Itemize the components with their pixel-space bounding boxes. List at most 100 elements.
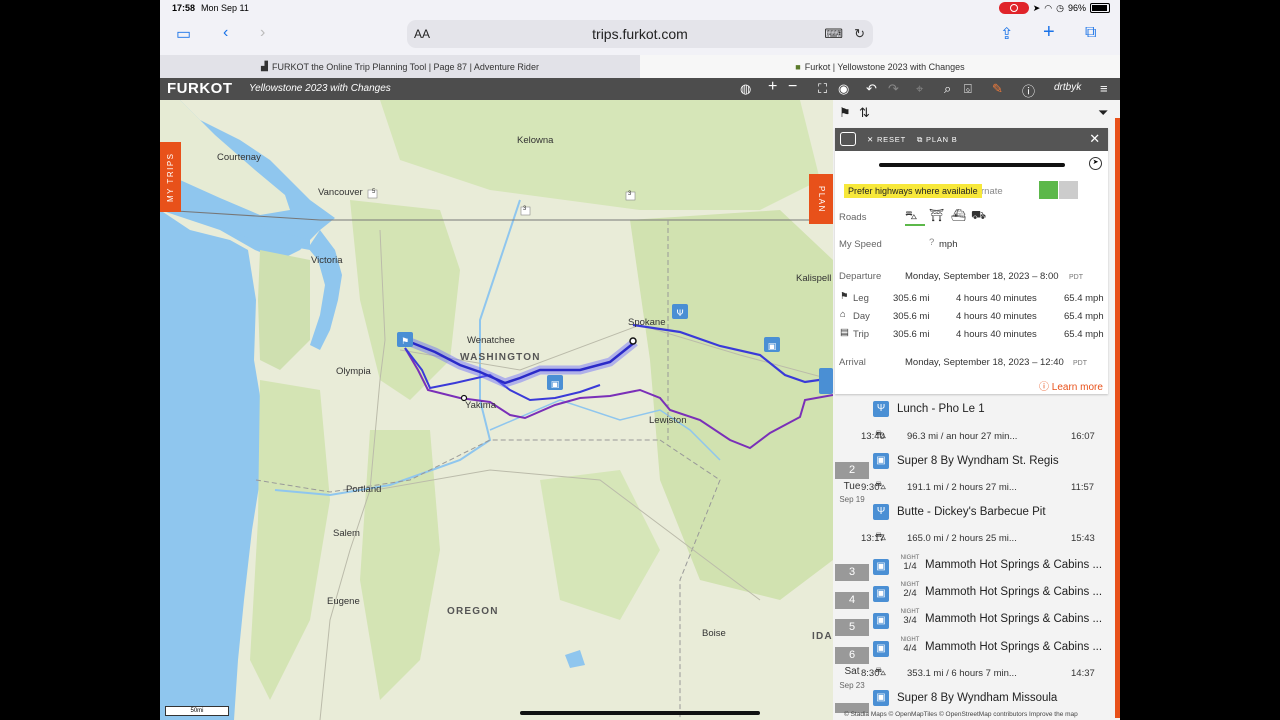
edit-icon[interactable]: ✎ xyxy=(992,81,1003,97)
reset-button[interactable]: ✕ RESET xyxy=(867,135,906,144)
itinerary-stop-hotel[interactable]: ▣ Super 8 By Wyndham Missoula xyxy=(835,687,1115,714)
map-view[interactable]: ⚑ Ψ ▣ ▣ 5 3 3 Courtenay Kelowna Vancouve… xyxy=(160,100,833,720)
fit-icon[interactable]: ⛶ xyxy=(818,81,827,97)
battery-percent: 96% xyxy=(1067,3,1086,13)
alternate-pref-icon[interactable] xyxy=(1059,181,1078,199)
forest-blue-mountains xyxy=(540,470,660,620)
map-label-spokane: Spokane xyxy=(628,317,666,328)
ferry-icon[interactable]: ⛴ xyxy=(951,208,966,222)
status-bar: 17:58 Mon Sep 11 ➤ ◠ ◷ 96% xyxy=(160,0,1120,18)
new-tab-icon[interactable]: + xyxy=(1043,21,1055,44)
translate-icon[interactable]: ⌨ xyxy=(824,26,843,42)
sort-icon[interactable]: ⇅ xyxy=(859,105,870,121)
map-label-lewiston: Lewiston xyxy=(649,415,687,426)
itinerary-stop-lunch[interactable]: Ψ Butte - Dickey's Barbecue Pit xyxy=(835,501,1115,528)
highway-label: 3 xyxy=(628,191,632,197)
close-icon[interactable]: ✕ xyxy=(1089,131,1101,147)
map-canvas[interactable]: ⚑ Ψ ▣ ▣ xyxy=(160,100,833,720)
pin-icon[interactable]: ⌖ xyxy=(916,81,923,97)
car-icon[interactable] xyxy=(840,132,856,146)
toll-road-icon[interactable]: ⛩ xyxy=(929,208,944,222)
sidebar-icon[interactable]: ▭ xyxy=(176,24,191,44)
spokane-marker xyxy=(629,337,637,345)
stop-name[interactable]: Super 8 By Wyndham St. Regis xyxy=(897,455,1059,467)
furkot-favicon-icon: ■ xyxy=(795,61,801,72)
user-name[interactable]: drtbyk xyxy=(1054,82,1081,93)
search-icon[interactable]: ⌕ xyxy=(944,81,951,97)
share-icon[interactable]: ⇪ xyxy=(1000,24,1013,44)
drive-info: 165.0 mi / 2 hours 25 mi... xyxy=(907,533,1017,544)
unpaved-road-icon[interactable]: ⛟ xyxy=(971,208,986,224)
tabs-overview-icon[interactable]: ⧉ xyxy=(1085,24,1096,42)
itinerary-stop-hotel[interactable]: ▣ Super 8 By Wyndham St. Regis xyxy=(835,450,1115,477)
highway-label: 5 xyxy=(372,189,376,195)
home-indicator[interactable] xyxy=(520,711,760,715)
menu-icon[interactable]: ≡ xyxy=(1100,81,1108,96)
trip-panel: ⚑ ⇅ ⏷ ✕ RESET ⧉ PLAN B ✕ ➤ rnate Prefer … xyxy=(833,100,1120,720)
highway-pref-icon[interactable] xyxy=(1039,181,1058,199)
leg-speed: 65.4 mph xyxy=(1064,293,1104,304)
plan-b-button[interactable]: ⧉ PLAN B xyxy=(917,135,958,145)
url-text[interactable]: trips.furkot.com xyxy=(407,26,873,42)
map-attribution[interactable]: © Stadia Maps © OpenMapTiles © OpenStree… xyxy=(844,711,1078,718)
furkot-logo[interactable]: FURKOT xyxy=(167,80,233,97)
itinerary-night[interactable]: ▣ NIGHT 2/4 Mammoth Hot Springs & Cabins … xyxy=(835,581,1115,608)
pacific-ocean xyxy=(160,210,264,720)
map-label-portland: Portland xyxy=(346,484,382,495)
stop-name[interactable]: Super 8 By Wyndham Missoula xyxy=(897,692,1057,704)
stop-name[interactable]: Lunch - Pho Le 1 xyxy=(897,403,985,415)
puget-sound xyxy=(308,230,342,350)
trip-title[interactable]: Yellowstone 2023 with Changes xyxy=(249,83,391,94)
tab-furkot[interactable]: ■ Furkot | Yellowstone 2023 with Changes xyxy=(640,55,1120,78)
camera-icon[interactable]: ⌺ xyxy=(964,81,972,97)
itinerary-stop-lunch[interactable]: Ψ Lunch - Pho Le 1 xyxy=(835,398,1115,425)
itinerary-night[interactable]: ▣ NIGHT 3/4 Mammoth Hot Springs & Cabins … xyxy=(835,608,1115,635)
arrival-label: Arrival xyxy=(839,357,866,368)
wifi-icon: ◠ xyxy=(1044,2,1053,13)
plan-bar: ✕ RESET ⧉ PLAN B ✕ xyxy=(835,128,1108,151)
locate-icon[interactable]: ◉ xyxy=(838,81,849,97)
learn-more-link[interactable]: ⓘ Learn more xyxy=(1039,378,1103,393)
leg-duration: 4 hours 40 minutes xyxy=(956,293,1037,304)
screen-recording-icon[interactable] xyxy=(998,2,1029,14)
address-bar[interactable]: AA trips.furkot.com ⌨ ↻ xyxy=(407,20,873,48)
undo-icon[interactable]: ↶ xyxy=(866,81,877,97)
drive-start: 9:30 xyxy=(861,482,880,493)
departure-value[interactable]: Monday, September 18, 2023 – 8:00 xyxy=(905,271,1059,282)
redo-icon[interactable]: ↷ xyxy=(888,81,899,97)
arrival-value[interactable]: Monday, September 18, 2023 – 12:40 xyxy=(905,357,1064,368)
route-preference-slider[interactable] xyxy=(879,163,1065,167)
stop-name[interactable]: Mammoth Hot Springs & Cabins ... xyxy=(925,613,1102,625)
itinerary-night[interactable]: ▣ NIGHT 1/4 Mammoth Hot Springs & Cabins … xyxy=(835,554,1115,581)
zoom-out-icon[interactable]: − xyxy=(788,78,797,96)
hotel-icon: ▣ xyxy=(873,690,889,706)
stop-name[interactable]: Mammoth Hot Springs & Cabins ... xyxy=(925,586,1102,598)
speed-value[interactable]: ? xyxy=(929,237,934,248)
my-trips-tab[interactable]: MY TRIPS xyxy=(160,142,181,212)
itinerary-night[interactable]: ▣ NIGHT 4/4 Mammoth Hot Springs & Cabins … xyxy=(835,636,1115,663)
info-icon[interactable]: ⓘ xyxy=(1022,81,1035,100)
globe-icon[interactable]: ◍ xyxy=(740,81,751,97)
hotel-icon: ▣ xyxy=(873,613,889,629)
stop-name[interactable]: Mammoth Hot Springs & Cabins ... xyxy=(925,559,1102,571)
svg-text:⚑: ⚑ xyxy=(401,337,409,347)
stop-name[interactable]: Butte - Dickey's Barbecue Pit xyxy=(897,506,1046,518)
highway-road-icon[interactable]: ⛍ xyxy=(905,208,917,224)
itinerary-drive[interactable]: ⛍ 8:30 353.1 mi / 6 hours 7 min... 14:37 xyxy=(835,661,1115,688)
flag-icon[interactable]: ⚑ xyxy=(839,105,851,121)
compass-icon[interactable]: ➤ xyxy=(1089,157,1102,170)
zoom-in-icon[interactable]: + xyxy=(768,78,777,96)
stop-name[interactable]: Mammoth Hot Springs & Cabins ... xyxy=(925,641,1102,653)
itinerary-drive[interactable]: ⛍ 9:30 191.1 mi / 2 hours 27 mi... 11:57 xyxy=(835,475,1115,502)
itinerary-drive[interactable]: ⛍ 13:17 165.0 mi / 2 hours 25 mi... 15:4… xyxy=(835,526,1115,553)
filter-icon[interactable]: ⏷ xyxy=(1098,105,1108,121)
forward-icon[interactable]: › xyxy=(260,24,265,42)
status-time: 17:58 xyxy=(172,3,196,13)
arrival-tz: PDT xyxy=(1073,360,1087,367)
drive-info: 353.1 mi / 6 hours 7 min... xyxy=(907,668,1017,679)
itinerary-drive[interactable]: ⛍ 13:40 96.3 mi / an hour 27 min... 16:0… xyxy=(835,424,1115,451)
reload-icon[interactable]: ↻ xyxy=(854,26,865,42)
tab-adventure-rider[interactable]: ▟ FURKOT the Online Trip Planning Tool |… xyxy=(160,55,657,78)
plan-tab[interactable]: PLAN xyxy=(809,174,833,224)
back-icon[interactable]: ‹ xyxy=(223,24,228,42)
